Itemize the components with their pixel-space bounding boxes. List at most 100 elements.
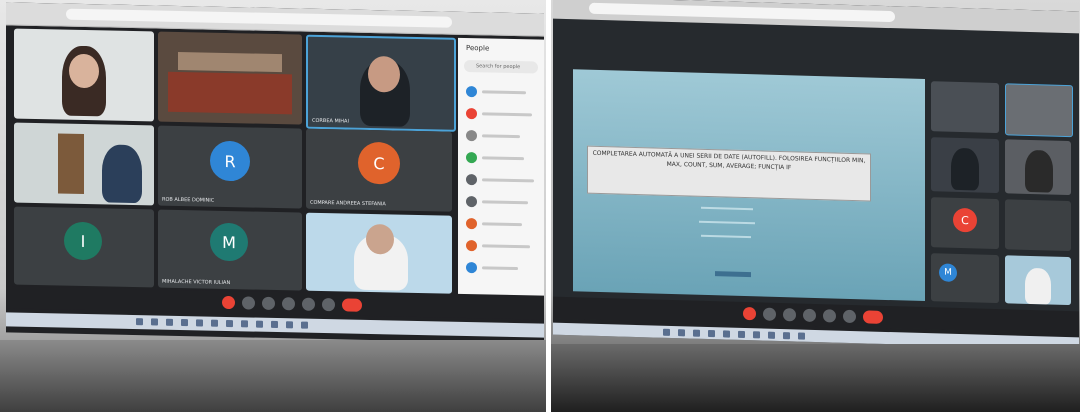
participant-line [482,178,534,183]
slide-title: COMPLETAREA AUTOMATĂ A UNEI SERII DE DAT… [592,149,866,172]
participant-dot-3 [466,130,477,142]
taskbar-app-icon[interactable] [708,329,715,338]
captions-button[interactable] [783,308,796,322]
video-tile-8: M MIHALACHE VICTOR IULIAN [158,209,302,291]
slide-text-line [701,206,753,211]
participant-line [482,156,524,161]
participant-face [368,55,400,93]
present-button[interactable] [282,297,295,311]
participant-dot-5 [466,174,477,186]
participant-line [482,244,530,249]
taskbar-app-icon[interactable] [301,321,308,329]
participant-avatar: R [210,140,250,182]
taskbar-app-icon[interactable] [723,330,730,338]
video-tile-9 [306,212,452,294]
video-tile-1 [14,28,154,122]
more-options-button[interactable] [843,309,856,324]
participant-line [482,134,520,139]
taskbar-app-icon[interactable] [271,320,278,329]
present-button[interactable] [803,308,816,322]
video-tile-5: R ROB ALBEE DOMINIC [158,125,302,209]
participant-line [482,200,528,205]
participant-line [482,112,532,117]
camera-button[interactable] [763,307,776,321]
participant-dot-9 [466,262,477,274]
participant-line [482,222,522,227]
leave-call-button[interactable] [863,310,883,324]
taskbar-app-icon[interactable] [226,319,233,328]
participant-face [366,223,394,255]
side-tile-4 [1005,139,1071,196]
taskbar-app-icon[interactable] [768,331,775,339]
taskbar-app-icon[interactable] [753,331,760,339]
taskbar-app-icon[interactable] [181,319,188,327]
side-tile-3 [931,137,999,194]
participant-line [482,266,518,271]
slide-text-line [699,220,755,225]
taskbar-app-icon[interactable] [798,332,805,340]
participant-figure [951,147,979,191]
taskbar-app-icon[interactable] [783,332,790,340]
participant-dot-2 [466,108,477,120]
participant-dot-4 [466,152,477,164]
camera-button[interactable] [242,296,255,310]
mic-button[interactable] [743,306,756,321]
address-bar [589,2,895,23]
video-tile-3-active: CORBEA MIHAI [306,34,456,132]
search-people-input[interactable]: Search for people [464,59,538,74]
taskbar-app-icon[interactable] [663,328,670,336]
mic-button[interactable] [222,295,235,310]
side-tile-1 [931,81,999,134]
taskbar-app-icon[interactable] [151,318,158,326]
taskbar-app-icon[interactable] [678,329,685,337]
taskbar-app-icon[interactable] [241,320,248,328]
avatar-initial: I [80,231,86,251]
taskbar-app-icon[interactable] [211,319,218,327]
side-tile-2 [1005,83,1073,138]
avatar-initial: M [944,267,952,278]
monitor-bezel [551,344,1080,412]
leave-call-button[interactable] [342,298,362,312]
raise-hand-button[interactable] [823,309,836,323]
participant-dot-6 [466,196,477,208]
participant-line [482,90,526,95]
participant-dot-7 [466,218,477,230]
video-tile-4 [14,122,154,206]
participant-name: CORBEA MIHAI [312,117,349,125]
participant-figure [102,144,142,204]
participant-name: COMPARE ANDREEA STEFANIA [310,199,386,208]
more-options-button[interactable] [322,297,335,312]
captions-button[interactable] [262,296,275,310]
side-tile-8 [1005,255,1071,306]
avatar-initial: C [373,153,385,173]
participant-avatar: M [210,222,248,262]
avatar-initial: R [224,151,236,171]
left-photo: CORBEA MIHAI R ROB ALBEE DOMINIC C COMPA… [0,0,546,412]
taskbar-app-icon[interactable] [256,320,263,328]
participant-figure [1025,267,1051,305]
taskbar-app-icon[interactable] [738,330,745,339]
slide-footer-mark [715,271,751,278]
people-panel: People Search for people [458,37,544,296]
participant-name: ROB ALBEE DOMINIC [162,196,215,204]
taskbar-app-icon[interactable] [286,321,293,329]
taskbar-app-icon[interactable] [166,318,173,326]
taskbar-app-icon[interactable] [196,319,203,327]
participant-figure [1025,149,1053,193]
slide-title-box: COMPLETAREA AUTOMATĂ A UNEI SERII DE DAT… [587,145,871,202]
participant-dot-1 [466,86,477,98]
video-tile-6: C COMPARE ANDREEA STEFANIA [306,128,452,212]
participant-avatar: C [953,207,977,233]
room-wall [178,51,282,73]
taskbar-app-icon[interactable] [136,318,143,326]
panel-title: People [466,44,490,53]
participant-dot-8 [466,240,477,252]
taskbar-app-icon[interactable] [693,329,700,337]
avatar-initial: M [222,232,236,252]
bookshelf [58,133,84,194]
meet-screen-left: CORBEA MIHAI R ROB ALBEE DOMINIC C COMPA… [6,2,544,344]
raise-hand-button[interactable] [302,297,315,311]
address-bar [66,8,452,28]
avatar-initial: C [961,213,969,227]
participant-avatar: I [64,221,102,261]
